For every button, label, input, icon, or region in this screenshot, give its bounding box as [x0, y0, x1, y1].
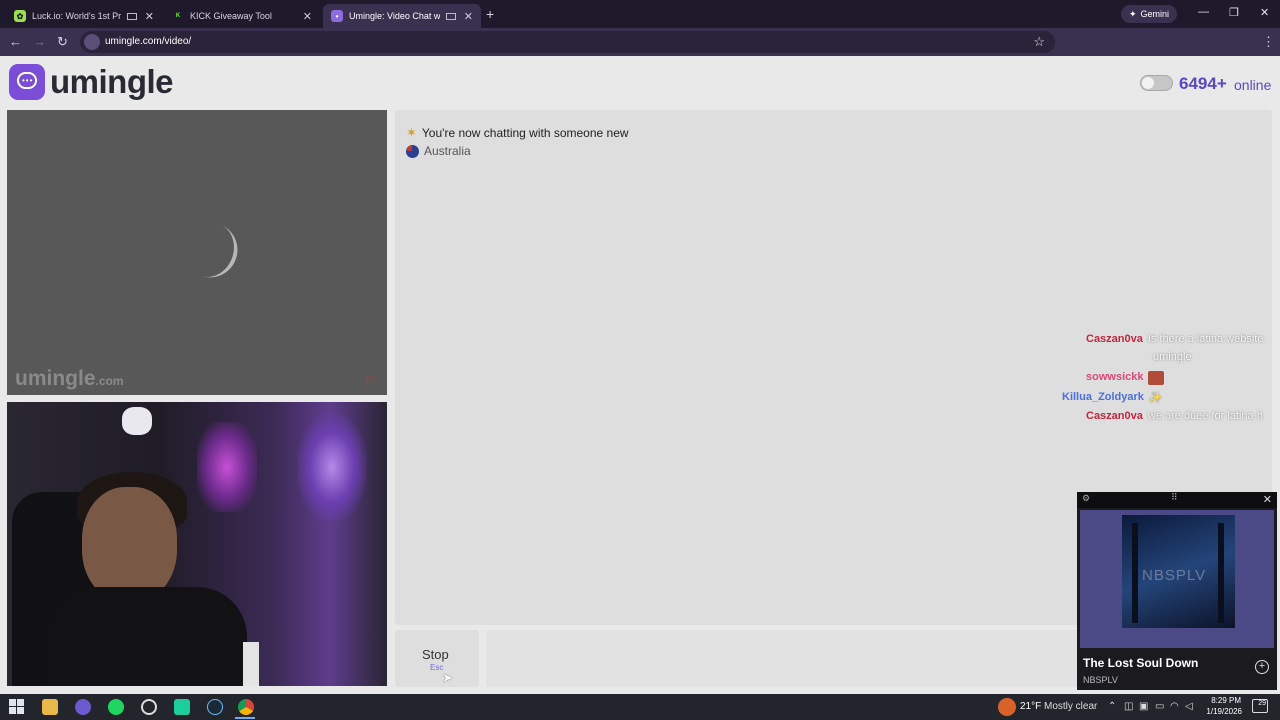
online-label: online: [1234, 77, 1272, 93]
discord-icon[interactable]: [75, 699, 91, 715]
sparkle-star-icon: ✶: [406, 125, 417, 140]
file-explorer-icon[interactable]: [42, 699, 58, 715]
windows-taskbar: 21°F Mostly clear ⌃ ◫ ▣ ▭ ◠ ◁ 8:29 PM 1/…: [0, 694, 1280, 720]
weather-condition[interactable]: Mostly clear: [1044, 701, 1097, 712]
chat-status-text: You're now chatting with someone new: [421, 126, 629, 140]
album-art-panel: NBSPLV: [1080, 510, 1274, 648]
tab-kick-giveaway[interactable]: K KICK Giveaway Tool ✕: [164, 4, 320, 28]
close-icon[interactable]: ✕: [145, 10, 154, 23]
tab-media-icon: [445, 12, 456, 20]
settings-icon[interactable]: ⚙: [1082, 493, 1090, 504]
volume-icon[interactable]: ◁: [1185, 701, 1193, 712]
overlay-chat-message: Caszan0va we are duee for latina h: [1086, 410, 1263, 422]
minimize-icon[interactable]: —: [1198, 6, 1209, 18]
clock-date[interactable]: 1/19/2026: [1204, 707, 1242, 716]
stop-button[interactable]: Stop Esc ➤: [395, 630, 479, 687]
close-icon[interactable]: ✕: [1263, 493, 1272, 506]
reload-icon[interactable]: ↻: [57, 34, 68, 50]
active-app-indicator: [235, 717, 255, 719]
notification-count: 29: [1258, 700, 1266, 707]
chat-status-line: ✶ You're now chatting with someone new: [406, 125, 629, 141]
loading-spinner-icon: [188, 219, 246, 286]
video-watermark: umingle.com: [15, 367, 124, 390]
more-menu-icon[interactable]: ⋮: [1262, 34, 1275, 50]
add-to-library-icon[interactable]: +: [1255, 660, 1269, 674]
tab-title: KICK Giveaway Tool: [190, 11, 272, 21]
bookmark-star-icon[interactable]: ☆: [1033, 34, 1045, 50]
settings-gear-icon[interactable]: [141, 699, 157, 715]
chat-message-text: umingle: [1153, 351, 1192, 363]
chat-emote-icon: [1148, 371, 1165, 385]
steam-icon[interactable]: [207, 699, 223, 715]
overlay-chat-message: Killua_Zoldyark ✨: [1062, 391, 1163, 404]
site-info-icon[interactable]: [84, 34, 100, 50]
stranger-video: umingle.com ⚐: [7, 110, 387, 395]
close-icon[interactable]: ✕: [303, 10, 312, 23]
track-artist[interactable]: NBSPLV: [1083, 675, 1118, 685]
overlay-chat-message: sowwsickk: [1086, 371, 1165, 385]
chat-message-text: we are duee for latina h: [1147, 410, 1263, 422]
tab-media-icon: [126, 12, 137, 20]
overlay-chat-message: Caszan0va Is there a latina website: [1086, 333, 1263, 345]
track-title[interactable]: The Lost Soul Down: [1083, 656, 1198, 670]
spotify-mini-player: ⚙ ⠿ ✕ NBSPLV The Lost Soul Down NBSPLV +: [1077, 492, 1277, 690]
spotify-icon[interactable]: [108, 699, 124, 715]
tray-app-icon[interactable]: ◫: [1124, 701, 1133, 712]
battery-icon[interactable]: ▭: [1155, 701, 1164, 712]
forward-arrow-icon[interactable]: →: [33, 34, 46, 49]
wifi-icon[interactable]: ◠: [1170, 701, 1179, 712]
windows-start-icon[interactable]: [9, 699, 25, 715]
close-icon[interactable]: ✕: [464, 10, 473, 23]
country-label: Australia: [424, 144, 471, 158]
drag-handle-icon[interactable]: ⠿: [1171, 492, 1178, 503]
weather-temperature[interactable]: 21°F: [1020, 701, 1041, 712]
cover-text: NBSPLV: [1142, 567, 1207, 584]
chat-username: Caszan0va: [1086, 333, 1143, 345]
back-arrow-icon[interactable]: ←: [9, 34, 22, 49]
tab-luck-io[interactable]: ✿ Luck.io: World's 1st Provabl ✕: [6, 4, 162, 28]
gemini-label: Gemini: [1140, 9, 1170, 19]
chat-username: Caszan0va: [1086, 410, 1143, 422]
clock-time[interactable]: 8:29 PM: [1209, 696, 1241, 705]
address-bar[interactable]: umingle.com/video/ ☆: [80, 31, 1055, 53]
notification-center-icon[interactable]: 29: [1252, 699, 1268, 713]
online-count: 6494+: [1179, 74, 1227, 93]
report-flag-icon[interactable]: ⚐: [364, 372, 382, 388]
australia-flag-icon: [406, 144, 419, 158]
app-icon[interactable]: [174, 699, 190, 715]
browser-toolbar: ← → ↻ umingle.com/video/ ☆ ⋮: [0, 28, 1280, 75]
tray-app-icon[interactable]: ▣: [1139, 701, 1148, 712]
umingle-favicon-icon: •: [331, 10, 343, 22]
chat-username: sowwsickk: [1086, 371, 1144, 383]
restore-icon[interactable]: ❐: [1229, 6, 1239, 19]
chat-message-text: ✨: [1148, 392, 1163, 404]
stranger-country: Australia: [406, 144, 471, 158]
chevron-up-icon[interactable]: ⌃: [1108, 701, 1116, 712]
kick-favicon-icon: K: [172, 10, 184, 22]
tab-title: Luck.io: World's 1st Provabl: [32, 11, 121, 21]
luck-favicon-icon: ✿: [14, 10, 26, 22]
chat-username: Killua_Zoldyark: [1062, 391, 1144, 403]
window-close-icon[interactable]: ✕: [1260, 6, 1269, 19]
umingle-logo-icon[interactable]: •••: [9, 64, 45, 100]
self-video: [7, 402, 387, 686]
url-text: umingle.com/video/: [105, 36, 192, 47]
album-cover: NBSPLV: [1122, 515, 1235, 628]
weather-icon[interactable]: [998, 698, 1016, 716]
tab-umingle[interactable]: • Umingle: Video Chat with St ✕: [323, 4, 481, 28]
new-tab-button[interactable]: +: [486, 6, 494, 22]
overlay-chat-continuation: umingle: [1153, 351, 1192, 363]
sparkle-icon: ✦: [1128, 8, 1137, 19]
mouse-cursor-icon: ➤: [442, 670, 453, 685]
chrome-icon[interactable]: [238, 699, 254, 715]
gemini-button[interactable]: ✦ Gemini: [1121, 5, 1177, 23]
logo-text[interactable]: umingle: [50, 63, 174, 101]
stop-label: Stop: [422, 647, 449, 662]
theme-toggle[interactable]: [1140, 75, 1173, 91]
tab-title: Umingle: Video Chat with St: [349, 11, 440, 21]
browser-tab-strip: ✿ Luck.io: World's 1st Provabl ✕ K KICK …: [0, 0, 1280, 28]
mini-player-titlebar[interactable]: ⚙ ⠿ ✕: [1077, 492, 1277, 508]
chat-message-text: Is there a latina website: [1147, 333, 1264, 345]
